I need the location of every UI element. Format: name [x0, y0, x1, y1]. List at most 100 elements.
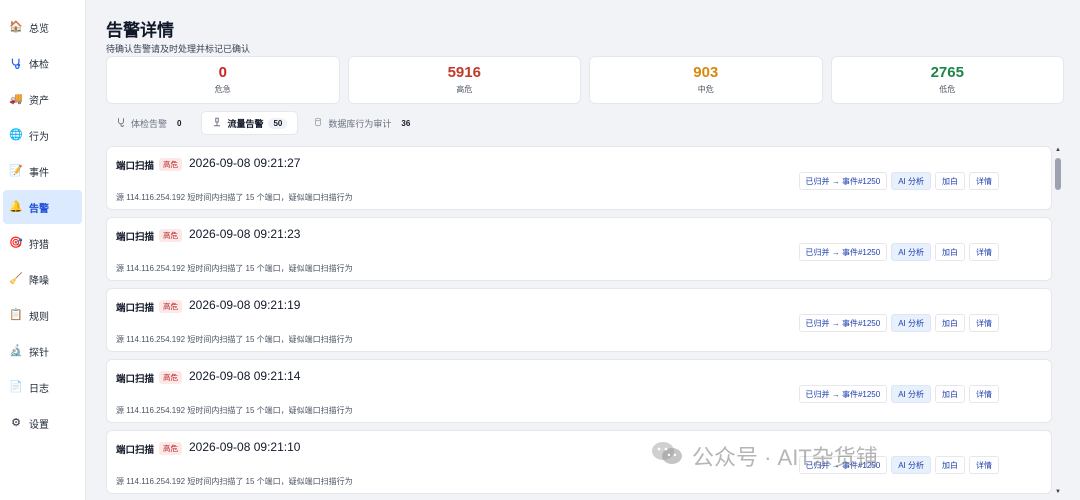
target-icon: 🎯 [9, 236, 23, 249]
alert-description: 源 114.116.254.192 短时间内扫描了 15 个端口，疑似端口扫描行… [116, 335, 353, 344]
stat-value: 2765 [930, 63, 964, 81]
clipboard-icon: 📋 [9, 308, 23, 321]
stat-card-low: 2765 低危 [830, 56, 1064, 104]
detail-button[interactable]: 详情 [969, 172, 999, 190]
alert-actions: 已归并 → 事件#1250 AI 分析 加白 详情 [798, 456, 999, 474]
sidebar-item-0[interactable]: 🏠 总览 [3, 10, 82, 44]
alert-timestamp: 2026-09-08 09:21:27 [189, 156, 301, 170]
microscope-icon: 🔬 [9, 344, 23, 357]
merged-event-link[interactable]: 已归并 → 事件#1250 [798, 385, 888, 403]
tab-count: 36 [401, 118, 411, 128]
stat-label: 高危 [456, 85, 473, 95]
stethoscope-icon [116, 117, 126, 129]
alert-actions: 已归并 → 事件#1250 AI 分析 加白 详情 [798, 314, 999, 332]
sidebar-item-4[interactable]: 📝 事件 [3, 154, 82, 188]
sidebar-item-label: 设置 [29, 419, 49, 431]
severity-badge: 高危 [159, 300, 182, 313]
merged-event-link[interactable]: 已归并 → 事件#1250 [798, 456, 888, 474]
document-icon: 📄 [9, 380, 23, 393]
alert-timestamp: 2026-09-08 09:21:19 [189, 298, 301, 312]
detail-button[interactable]: 详情 [969, 456, 999, 474]
sidebar-item-2[interactable]: 🚚 资产 [3, 82, 82, 116]
alert-actions: 已归并 → 事件#1250 AI 分析 加白 详情 [798, 172, 999, 190]
scroll-down-arrow-icon[interactable]: ▼ [1054, 488, 1062, 496]
alert-title: 端口扫描 [116, 232, 155, 243]
sidebar-item-label: 规则 [29, 311, 49, 323]
alert-title: 端口扫描 [116, 374, 155, 385]
tab-health-check-alerts[interactable]: 体检告警 0 [106, 112, 196, 134]
tab-label: 体检告警 [131, 118, 168, 129]
merged-event-link[interactable]: 已归并 → 事件#1250 [798, 243, 888, 261]
scrollbar[interactable]: ▲ ▼ [1054, 146, 1062, 496]
detail-button[interactable]: 详情 [969, 243, 999, 261]
tab-traffic-alerts[interactable]: 流量告警 50 [202, 112, 298, 134]
sidebar-item-label: 探针 [29, 347, 49, 359]
detail-button[interactable]: 详情 [969, 385, 999, 403]
page-title: 告警详情 [106, 21, 174, 40]
alert-timestamp: 2026-09-08 09:21:10 [189, 440, 301, 454]
whitelist-button[interactable]: 加白 [935, 456, 965, 474]
sidebar-item-5[interactable]: 🔔 告警 [3, 190, 82, 224]
sidebar-item-label: 资产 [29, 95, 49, 107]
ai-analysis-button[interactable]: AI 分析 [891, 385, 931, 403]
merged-event-link[interactable]: 已归并 → 事件#1250 [798, 314, 888, 332]
sidebar-item-label: 狩猎 [29, 239, 49, 251]
alert-actions: 已归并 → 事件#1250 AI 分析 加白 详情 [798, 385, 999, 403]
alert-timestamp: 2026-09-08 09:21:23 [189, 227, 301, 241]
stat-value: 0 [218, 63, 227, 81]
broom-icon: 🧹 [9, 272, 23, 285]
stat-label: 低危 [939, 85, 956, 95]
sidebar-item-label: 事件 [29, 167, 49, 179]
sidebar-item-8[interactable]: 📋 规则 [3, 298, 82, 332]
stat-value: 5916 [447, 63, 481, 81]
whitelist-button[interactable]: 加白 [935, 314, 965, 332]
stethoscope-icon [9, 56, 23, 70]
alert-description: 源 114.116.254.192 短时间内扫描了 15 个端口，疑似端口扫描行… [116, 193, 353, 202]
alert-actions: 已归并 → 事件#1250 AI 分析 加白 详情 [798, 243, 999, 261]
whitelist-button[interactable]: 加白 [935, 243, 965, 261]
detail-button[interactable]: 详情 [969, 314, 999, 332]
scroll-up-arrow-icon[interactable]: ▲ [1054, 146, 1062, 154]
sidebar-item-label: 行为 [29, 131, 49, 143]
stat-card-medium: 903 中危 [589, 56, 823, 104]
sidebar-nav: 🏠 总览体检 🚚 资产 🌐 行为 📝 事件 🔔 告警 🎯 狩猎 🧹 降噪 📋 规则 🔬 探针 📄 日志 ⚙ 设置 [0, 10, 85, 440]
severity-badge: 高危 [159, 229, 182, 242]
ai-analysis-button[interactable]: AI 分析 [891, 456, 931, 474]
sidebar-item-3[interactable]: 🌐 行为 [3, 118, 82, 152]
gear-icon: ⚙ [11, 416, 21, 429]
whitelist-button[interactable]: 加白 [935, 172, 965, 190]
sidebar-item-6[interactable]: 🎯 狩猎 [3, 226, 82, 260]
tab-count: 0 [177, 118, 182, 128]
ai-analysis-button[interactable]: AI 分析 [891, 172, 931, 190]
sidebar-item-7[interactable]: 🧹 降噪 [3, 262, 82, 296]
alert-timestamp: 2026-09-08 09:21:14 [189, 369, 301, 383]
sidebar-item-label: 日志 [29, 383, 49, 395]
alert-card: 端口扫描 高危 2026-09-08 09:21:14 源 114.116.254.1… [106, 359, 1052, 423]
stat-value: 903 [693, 63, 719, 81]
alert-card: 端口扫描 高危 2026-09-08 09:21:23 源 114.116.254.1… [106, 217, 1052, 281]
stat-card-critical: 0 危急 [106, 56, 340, 104]
alert-card: 端口扫描 高危 2026-09-08 09:21:10 源 114.116.254.1… [106, 430, 1052, 494]
alert-card: 端口扫描 高危 2026-09-08 09:21:27 源 114.116.254.1… [106, 146, 1052, 210]
sidebar-item-9[interactable]: 🔬 探针 [3, 334, 82, 368]
scrollbar-thumb[interactable] [1055, 158, 1061, 190]
ai-analysis-button[interactable]: AI 分析 [891, 314, 931, 332]
alert-title: 端口扫描 [116, 445, 155, 456]
microscope-icon [212, 117, 222, 129]
sidebar-item-10[interactable]: 📄 日志 [3, 370, 82, 404]
alert-title: 端口扫描 [116, 303, 155, 314]
tab-db-audit[interactable]: 数据库行为审计 36 [303, 112, 425, 134]
ai-analysis-button[interactable]: AI 分析 [891, 243, 931, 261]
database-icon [313, 117, 323, 129]
sidebar-item-11[interactable]: ⚙ 设置 [3, 406, 82, 440]
stat-label: 危急 [214, 85, 231, 95]
house-icon: 🏠 [9, 20, 23, 33]
merged-event-link[interactable]: 已归并 → 事件#1250 [798, 172, 888, 190]
sidebar-item-1[interactable]: 体检 [3, 46, 82, 80]
sidebar-item-label: 总览 [29, 23, 49, 35]
whitelist-button[interactable]: 加白 [935, 385, 965, 403]
alert-list: 端口扫描 高危 2026-09-08 09:21:27 源 114.116.254.1… [106, 146, 1053, 500]
globe-icon: 🌐 [9, 128, 23, 141]
sidebar-item-label: 告警 [29, 203, 49, 215]
sidebar-item-label: 体检 [29, 59, 49, 71]
